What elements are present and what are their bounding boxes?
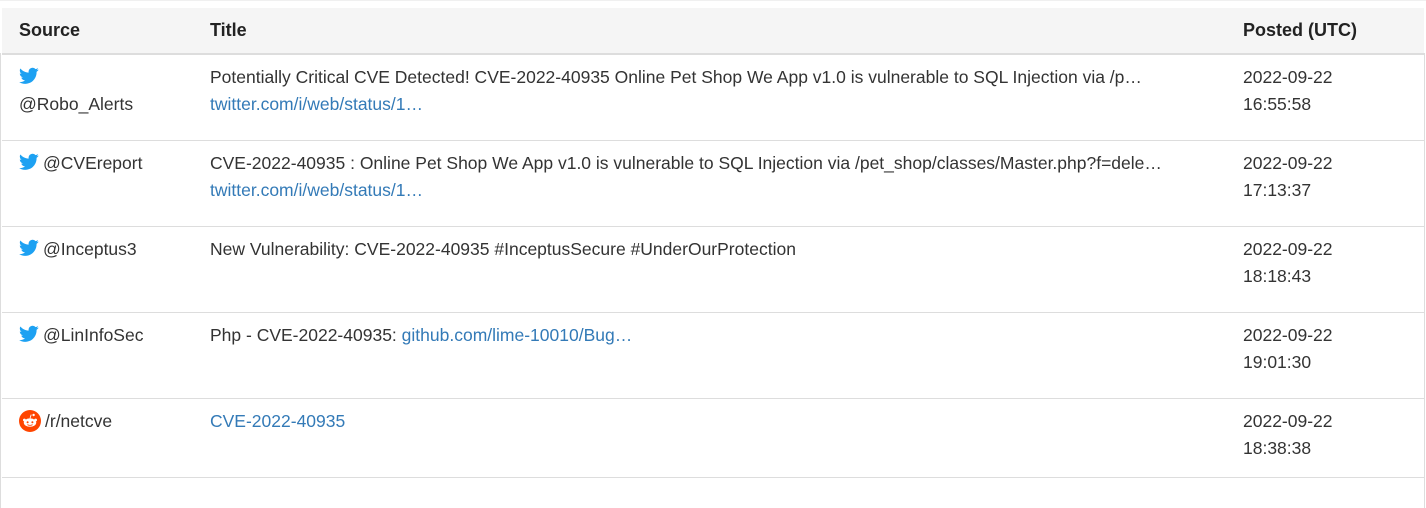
post-title-text: CVE-2022-40935 : Online Pet Shop We App … <box>210 152 1162 173</box>
twitter-icon <box>19 239 39 257</box>
source-cell: @LinInfoSec <box>2 312 194 399</box>
post-link[interactable]: github.com/lime-10010/Bug… <box>402 325 633 345</box>
posted-time: 18:38:38 <box>1243 437 1312 458</box>
posted-cell: 2022-09-22 16:55:58 <box>1226 54 1424 141</box>
column-header-posted: Posted (UTC) <box>1226 8 1424 55</box>
table-row: /r/netcve CVE-2022-40935 2022-09-22 18:3… <box>2 398 1424 478</box>
table-left-border <box>0 53 1 508</box>
title-cell: New Vulnerability: CVE-2022-40935 #Incep… <box>194 226 1226 313</box>
posted-date: 2022-09-22 <box>1243 238 1333 259</box>
table-header-row: Source Title Posted (UTC) <box>2 8 1424 55</box>
twitter-icon <box>19 153 39 171</box>
post-title-text: Potentially Critical CVE Detected! CVE-2… <box>210 67 1142 87</box>
title-cell: CVE-2022-40935 <box>194 398 1226 478</box>
posted-cell: 2022-09-22 18:38:38 <box>1226 398 1424 478</box>
reddit-icon <box>19 409 41 432</box>
source-cell: @CVEreport <box>2 140 194 227</box>
posted-date: 2022-09-22 <box>1243 410 1333 431</box>
source-cell: @Inceptus3 <box>2 226 194 313</box>
posted-cell: 2022-09-22 18:18:43 <box>1226 226 1424 313</box>
posted-date: 2022-09-22 <box>1243 67 1333 87</box>
posted-date: 2022-09-22 <box>1243 152 1333 173</box>
posted-cell: 2022-09-22 17:13:37 <box>1226 140 1424 227</box>
table-right-border <box>1424 53 1425 508</box>
title-cell: Php - CVE-2022-40935: github.com/lime-10… <box>194 312 1226 399</box>
post-title-text: Php - CVE-2022-40935: <box>210 324 397 345</box>
post-link[interactable]: twitter.com/i/web/status/1… <box>210 180 423 200</box>
column-header-source: Source <box>2 8 194 55</box>
posted-time: 17:13:37 <box>1243 179 1312 200</box>
posted-cell: 2022-09-22 19:01:30 <box>1226 312 1424 399</box>
table-row: @Robo_Alerts Potentially Critical CVE De… <box>2 54 1424 141</box>
source-cell: /r/netcve <box>2 398 194 478</box>
source-handle[interactable]: @LinInfoSec <box>43 325 143 345</box>
title-cell: Potentially Critical CVE Detected! CVE-2… <box>194 54 1226 141</box>
source-cell: @Robo_Alerts <box>2 54 194 141</box>
table-row: @CVEreport CVE-2022-40935 : Online Pet S… <box>2 140 1424 227</box>
post-link[interactable]: twitter.com/i/web/status/1… <box>210 94 423 114</box>
source-handle[interactable]: /r/netcve <box>45 411 112 431</box>
source-handle[interactable]: @CVEreport <box>43 153 142 173</box>
posted-time: 19:01:30 <box>1243 351 1312 372</box>
twitter-icon <box>19 67 39 85</box>
posted-time: 18:18:43 <box>1243 265 1312 286</box>
column-header-title: Title <box>194 8 1226 55</box>
table-row: @Inceptus3 New Vulnerability: CVE-2022-4… <box>2 226 1424 313</box>
post-link[interactable]: CVE-2022-40935 <box>210 411 345 431</box>
posted-date: 2022-09-22 <box>1243 324 1333 345</box>
source-handle[interactable]: @Robo_Alerts <box>19 94 133 114</box>
title-cell: CVE-2022-40935 : Online Pet Shop We App … <box>194 140 1226 227</box>
posts-panel: Source Title Posted (UTC) @Robo_Alerts P… <box>0 0 1426 508</box>
twitter-icon <box>19 325 39 343</box>
posted-time: 16:55:58 <box>1243 94 1312 114</box>
post-title-text: New Vulnerability: CVE-2022-40935 #Incep… <box>210 238 796 259</box>
table-row: @LinInfoSec Php - CVE-2022-40935: github… <box>2 312 1424 399</box>
mentions-table: Source Title Posted (UTC) @Robo_Alerts P… <box>2 8 1424 478</box>
source-handle[interactable]: @Inceptus3 <box>43 239 137 259</box>
